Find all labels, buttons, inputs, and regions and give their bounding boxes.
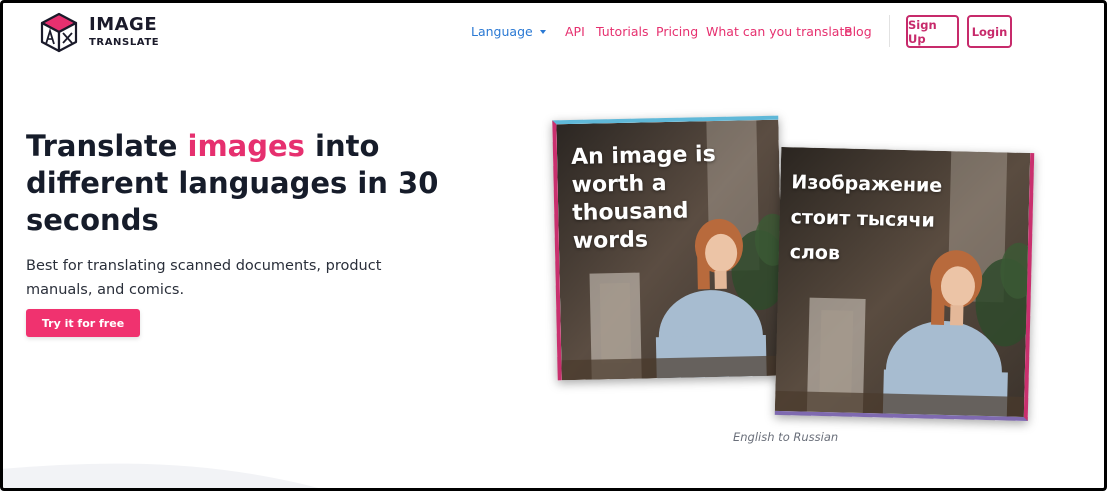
nav-link-blog[interactable]: Blog [844, 24, 872, 39]
nav-link-what-can-you-translate[interactable]: What can you translate [706, 24, 852, 39]
brand-name-line1: IMAGE [89, 14, 158, 35]
bottom-wave-decoration [0, 463, 330, 491]
hero-title-part1: Translate [26, 129, 188, 163]
cube-logo-icon [40, 12, 78, 53]
nav-link-api[interactable]: API [565, 24, 585, 39]
nav-link-tutorials[interactable]: Tutorials [596, 24, 648, 39]
brand-name-line2: TRANSLATE [89, 37, 160, 48]
try-it-free-button[interactable]: Try it for free [26, 309, 140, 337]
hero-title-highlight: images [187, 129, 305, 163]
language-label: Language [471, 24, 533, 39]
sign-up-button[interactable]: Sign Up [906, 15, 959, 48]
translated-text-overlay: Изображение стоит тысячи слов [789, 171, 943, 265]
hero-title: Translate images into different language… [26, 128, 446, 239]
brand-name: IMAGE TRANSLATE [89, 16, 159, 48]
source-text-overlay: An image is worth a thousand words [570, 141, 716, 254]
nav-link-pricing[interactable]: Pricing [656, 24, 698, 39]
brand-logo[interactable]: IMAGE TRANSLATE [38, 11, 159, 53]
chevron-down-icon [539, 30, 546, 34]
hero-subtitle: Best for translating scanned documents, … [26, 258, 382, 298]
nav-divider [889, 15, 890, 47]
translation-caption: English to Russian [733, 430, 839, 444]
translated-image-card: Изображение стоит тысячи слов [774, 146, 1035, 422]
login-button[interactable]: Login [967, 15, 1012, 48]
language-dropdown[interactable]: Language [471, 24, 546, 39]
source-image-card: An image is worth a thousand words [552, 115, 784, 381]
